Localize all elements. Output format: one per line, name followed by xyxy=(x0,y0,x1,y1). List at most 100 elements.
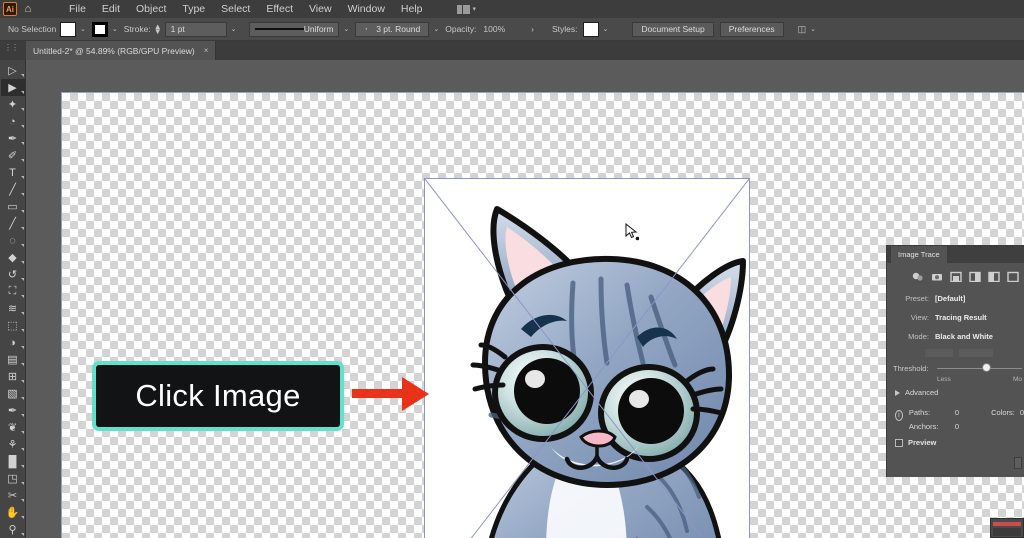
shape-builder-tool[interactable]: ◑ xyxy=(1,334,25,351)
scale-tool[interactable]: ⛶ xyxy=(1,283,25,300)
low-color-preset-icon[interactable] xyxy=(949,270,963,283)
grayscale-preset-icon[interactable] xyxy=(968,270,982,283)
graphic-styles-swatch[interactable] xyxy=(582,21,599,37)
menu-item-select[interactable]: Select xyxy=(213,0,258,18)
advanced-disclosure[interactable]: Advanced xyxy=(887,383,1024,401)
preset-value[interactable]: [Default] xyxy=(935,294,965,303)
menu-item-file[interactable]: File xyxy=(61,0,94,18)
menu-item-help[interactable]: Help xyxy=(393,0,431,18)
shaper-tool[interactable]: ◌ xyxy=(1,232,25,249)
menu-items: File Edit Object Type Select Effect View Window… xyxy=(61,0,431,18)
thumbnail-bar-red xyxy=(993,522,1021,526)
view-value[interactable]: Tracing Result xyxy=(935,313,987,322)
layout-chevron-icon[interactable]: ⌄ xyxy=(810,25,816,33)
stroke-profile-label: Uniform xyxy=(303,24,334,34)
preferences-button[interactable]: Preferences xyxy=(719,21,784,37)
fill-color-swatch[interactable] xyxy=(60,21,76,37)
menu-item-effect[interactable]: Effect xyxy=(258,0,301,18)
eyedropper-tool[interactable]: ✒ xyxy=(1,402,25,419)
stroke-color-swatch[interactable] xyxy=(91,21,108,37)
profile-chevron-icon[interactable]: ⌄ xyxy=(343,25,349,33)
mode-label: Mode: xyxy=(908,332,929,341)
menu-item-edit[interactable]: Edit xyxy=(94,0,128,18)
trace-button[interactable] xyxy=(1014,457,1022,469)
zoom-tool[interactable]: ⚲ xyxy=(1,521,25,538)
rectangle-tool[interactable]: ▭ xyxy=(1,198,25,215)
menu-item-view[interactable]: View xyxy=(301,0,340,18)
hand-tool[interactable]: ✋ xyxy=(1,504,25,521)
free-transform-tool[interactable]: ⬚ xyxy=(1,317,25,334)
mesh-tool[interactable]: ⊞ xyxy=(1,368,25,385)
magic-wand-tool[interactable]: ✦ xyxy=(1,96,25,113)
menu-item-window[interactable]: Window xyxy=(340,0,393,18)
arrange-glyph xyxy=(456,4,470,14)
home-icon[interactable]: ⌂ xyxy=(17,3,39,15)
auto-color-preset-icon[interactable] xyxy=(911,270,925,283)
width-tool[interactable]: ≋ xyxy=(1,300,25,317)
black-and-white-preset-icon[interactable] xyxy=(987,270,1001,283)
stroke-swatch-chevron-icon[interactable]: ⌄ xyxy=(112,25,118,33)
chevron-right-icon xyxy=(895,389,900,396)
panel-grip[interactable]: ⋮⋮ xyxy=(4,43,19,52)
paintbrush-tool[interactable]: ╱ xyxy=(1,215,25,232)
opacity-expand-icon[interactable]: › xyxy=(531,24,534,34)
gradient-tool[interactable]: ▧ xyxy=(1,385,25,402)
selection-tool[interactable]: ▷ xyxy=(1,62,25,79)
illustrator-window: Ai ⌂ File Edit Object Type Select Effect View W… xyxy=(0,0,1024,538)
image-trace-tab[interactable]: Image Trace xyxy=(891,246,947,263)
threshold-range-labels: Less Mo xyxy=(887,376,1024,383)
document-tab[interactable]: Untitled-2* @ 54.89% (RGB/GPU Preview) × xyxy=(26,41,217,60)
brush-definition-field[interactable]: · 3 pt. Round xyxy=(355,21,430,37)
bottom-right-panel-thumbnail[interactable] xyxy=(990,518,1024,538)
threshold-track xyxy=(937,367,1022,369)
slice-tool[interactable]: ✂ xyxy=(1,487,25,504)
profile-line-icon xyxy=(255,28,304,30)
stroke-weight-field[interactable]: 1 pt xyxy=(164,21,227,37)
canvas-area[interactable]: Click Image xyxy=(26,60,1024,538)
line-segment-tool[interactable]: ╱ xyxy=(1,181,25,198)
threshold-slider[interactable] xyxy=(937,362,1022,374)
stroke-profile-field[interactable]: Uniform xyxy=(249,21,340,37)
menu-item-type[interactable]: Type xyxy=(174,0,213,18)
menu-item-object[interactable]: Object xyxy=(128,0,174,18)
threshold-label: Threshold: xyxy=(893,363,929,373)
preview-checkbox[interactable] xyxy=(895,438,903,447)
direct-selection-tool[interactable]: ▶ xyxy=(0,79,25,96)
layout-switch-icon[interactable]: ◫ xyxy=(798,24,807,35)
info-icon[interactable]: i xyxy=(895,410,903,421)
anchors-label: Anchors: xyxy=(908,421,939,431)
eraser-tool[interactable]: ◆ xyxy=(1,249,25,266)
threshold-row: Threshold: xyxy=(887,360,1024,376)
mode-value[interactable]: Black and White xyxy=(935,332,993,341)
artboard-tool[interactable]: ◳ xyxy=(1,470,25,487)
click-image-callout: Click Image xyxy=(92,361,344,431)
close-icon[interactable]: × xyxy=(204,46,209,55)
type-tool[interactable]: T xyxy=(1,164,25,181)
styles-label: Styles: xyxy=(552,24,578,34)
perspective-grid-tool[interactable]: ▤ xyxy=(1,351,25,368)
stroke-weight-stepper[interactable]: ▲ ▼ xyxy=(154,23,162,36)
stroke-weight-chevron-icon[interactable]: ⌄ xyxy=(231,25,237,33)
styles-chevron-icon[interactable]: ⌄ xyxy=(603,25,609,33)
artboard-transparency-grid[interactable] xyxy=(61,92,1024,538)
cartoon-cat-illustration[interactable] xyxy=(425,179,750,538)
symbol-sprayer-tool[interactable]: ⚘ xyxy=(1,436,25,453)
document-setup-button[interactable]: Document Setup xyxy=(632,21,714,37)
opacity-value[interactable]: 100% xyxy=(483,24,505,34)
threshold-knob[interactable] xyxy=(982,363,992,372)
fill-swatch-chevron-icon[interactable]: ⌄ xyxy=(80,25,86,33)
callout-text: Click Image xyxy=(135,378,301,413)
outline-preset-icon[interactable] xyxy=(1006,270,1020,283)
arrange-documents-icon[interactable]: ▾ xyxy=(456,4,476,14)
curvature-tool[interactable]: ✐ xyxy=(1,147,25,164)
artwork-selection-bounds[interactable] xyxy=(424,178,750,538)
brush-chevron-icon[interactable]: ⌄ xyxy=(433,25,439,33)
image-trace-preset-buttons xyxy=(887,263,1024,289)
column-graph-tool[interactable]: █ xyxy=(1,453,25,470)
pen-tool[interactable]: ✒ xyxy=(1,130,25,147)
high-color-preset-icon[interactable] xyxy=(930,270,944,283)
preview-row[interactable]: Preview xyxy=(887,438,1024,447)
lasso-tool[interactable]: ◔ xyxy=(1,113,25,130)
blend-tool[interactable]: ❦ xyxy=(1,419,25,436)
rotate-tool[interactable]: ↺ xyxy=(1,266,25,283)
